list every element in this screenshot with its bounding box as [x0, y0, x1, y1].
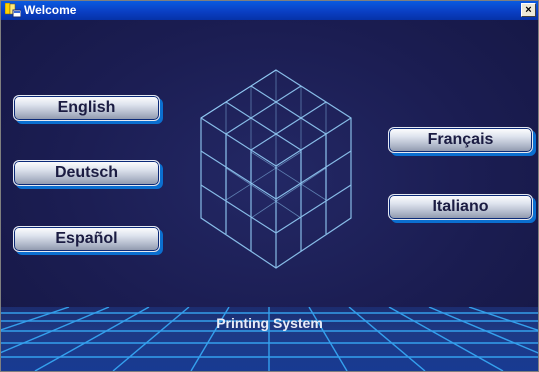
francais-button-label: Français — [427, 131, 494, 148]
wireframe-cube-graphic — [200, 69, 352, 269]
deutsch-button-label: Deutsch — [54, 164, 119, 181]
english-button-label: English — [57, 99, 116, 116]
english-button[interactable]: English — [13, 95, 160, 121]
close-icon: × — [525, 4, 532, 16]
footer-label: Printing System — [216, 315, 323, 331]
app-window-icon — [4, 2, 22, 18]
welcome-panel: English Deutsch Español Français Italian… — [1, 20, 538, 371]
deutsch-button[interactable]: Deutsch — [13, 160, 160, 186]
window-title: Welcome — [24, 3, 77, 17]
espanol-button[interactable]: Español — [13, 226, 160, 252]
title-bar[interactable]: Welcome × — [1, 1, 538, 20]
welcome-window: Welcome × English Deutsch Español França… — [0, 0, 539, 372]
italiano-button[interactable]: Italiano — [388, 194, 533, 220]
close-button[interactable]: × — [521, 3, 536, 17]
francais-button[interactable]: Français — [388, 127, 533, 153]
italiano-button-label: Italiano — [432, 198, 489, 215]
espanol-button-label: Español — [55, 230, 118, 247]
